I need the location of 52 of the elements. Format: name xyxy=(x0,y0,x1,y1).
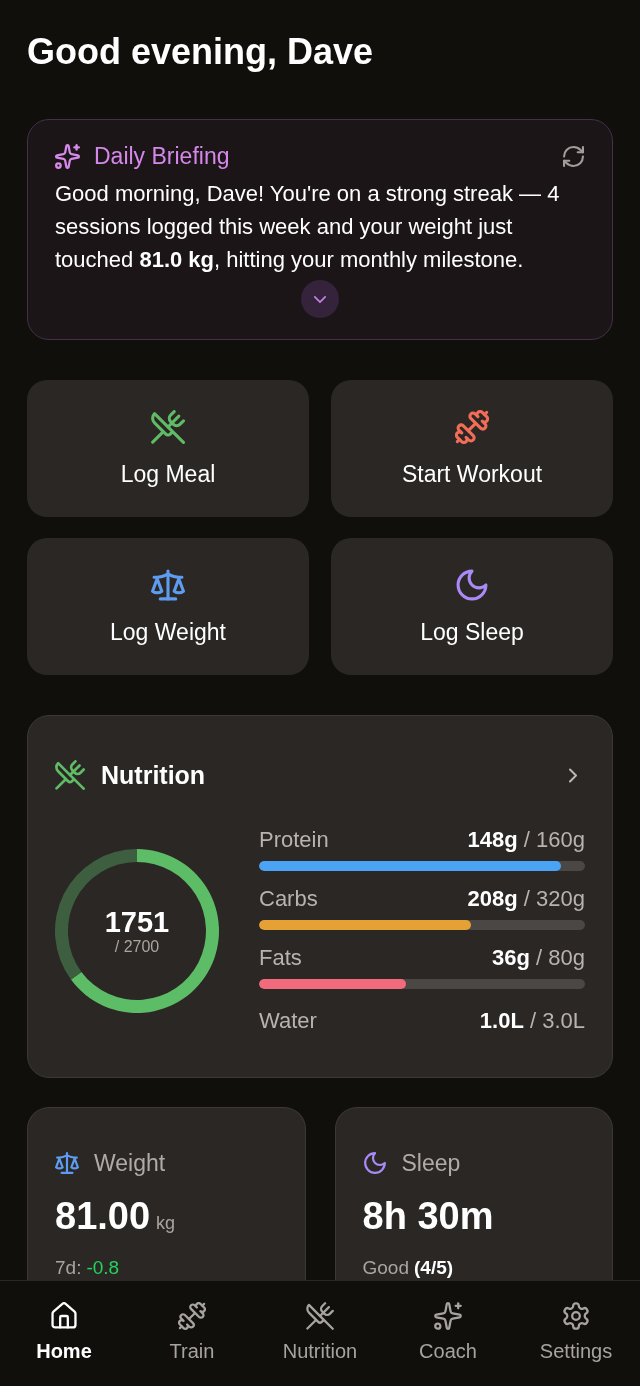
stat-label: Sleep xyxy=(401,1149,461,1177)
moon-icon xyxy=(455,567,489,602)
briefing-text: Good morning, Dave! You're on a strong streak — 4 sessions logged this week and your weight just touched 81.0 kg, hitting your monthly milestone. xyxy=(55,180,561,274)
stat-value: 8h 30m xyxy=(362,1194,494,1238)
card-title: Nutrition xyxy=(101,760,206,790)
nav-tab[interactable]: Home xyxy=(36,1302,92,1362)
stat-label: Weight xyxy=(94,1149,166,1177)
calorie-value: 1751 xyxy=(104,905,170,938)
nav-tab[interactable]: Train xyxy=(169,1302,215,1362)
macro-amount: 36g / 80g xyxy=(492,945,585,971)
stat-unit: kg xyxy=(156,1213,176,1234)
sparkle-icon xyxy=(434,1302,462,1330)
expand-button[interactable] xyxy=(301,280,339,318)
nav-tab[interactable]: Settings xyxy=(539,1302,613,1362)
quick-action-button[interactable]: Log Sleep xyxy=(331,538,613,675)
fork-knife-icon xyxy=(151,409,185,444)
stat-note: 7d: xyxy=(55,1257,82,1279)
calorie-goal: / 2700 xyxy=(114,937,160,956)
macro-amount: 148g / 160g xyxy=(467,827,585,853)
stat-note: Good xyxy=(362,1257,409,1279)
stat-value: 81.00 xyxy=(55,1194,151,1238)
stat-rating: (4/5) xyxy=(414,1257,454,1279)
dumbbell-icon xyxy=(455,409,489,444)
stat-card[interactable]: Sleep 8h 30m Good (4/5) xyxy=(334,1107,613,1280)
refresh-icon xyxy=(563,145,584,167)
quick-action-button[interactable]: Log Meal xyxy=(27,380,309,517)
quick-action-button[interactable]: Log Weight xyxy=(27,538,309,675)
stat-card[interactable]: Weight 81.00 kg 7d: -0.8 xyxy=(27,1107,306,1280)
greeting-title: Good evening, Dave xyxy=(27,31,374,73)
stat-change: -0.8 xyxy=(86,1257,120,1279)
nav-tab[interactable]: Coach xyxy=(419,1302,477,1362)
macro-amount: 208g / 320g xyxy=(467,886,585,912)
nav-tab[interactable]: Nutrition xyxy=(282,1302,358,1362)
macro-amount: 1.0L / 3.0L xyxy=(479,1008,585,1034)
fork-knife-icon xyxy=(306,1302,334,1330)
refresh-button[interactable] xyxy=(563,145,584,167)
home-icon xyxy=(50,1302,78,1330)
dumbbell-icon xyxy=(178,1302,206,1330)
macro-name: Carbs xyxy=(259,886,318,912)
macro-name: Protein xyxy=(259,827,329,853)
balance-scale-icon xyxy=(55,1151,79,1175)
sparkle-icon xyxy=(55,143,80,169)
quick-action-button[interactable]: Start Workout xyxy=(331,380,613,517)
briefing-title: Daily Briefing xyxy=(94,142,230,170)
balance-scale-icon xyxy=(151,567,185,602)
details-button[interactable] xyxy=(569,767,577,783)
macro-name: Fats xyxy=(259,945,302,971)
fork-knife-icon xyxy=(55,760,85,790)
macro-name: Water xyxy=(259,1008,317,1034)
settings-icon xyxy=(562,1302,590,1330)
moon-icon xyxy=(362,1151,387,1175)
chevron-right-icon xyxy=(569,767,577,783)
